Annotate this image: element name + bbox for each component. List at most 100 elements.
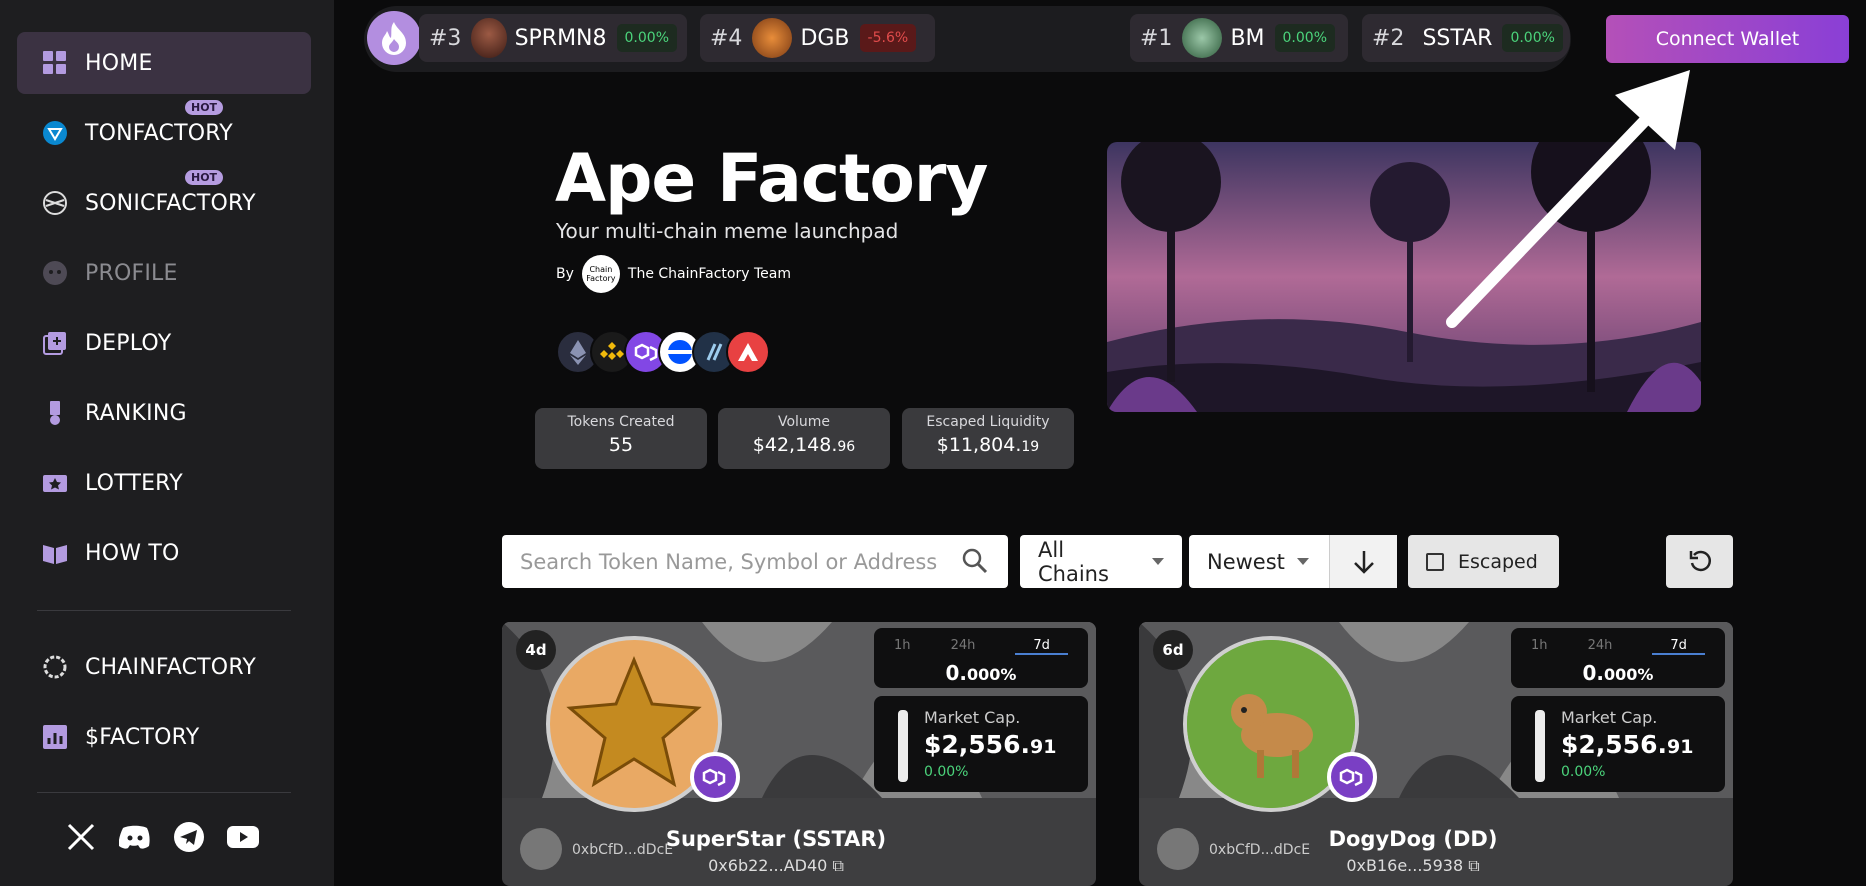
mcap-number: $2,556. <box>924 730 1030 759</box>
timeframe-tabs: 1h 24h 7d <box>1511 628 1725 655</box>
x-icon[interactable] <box>64 820 98 854</box>
copy-icon[interactable]: ⧉ <box>832 856 843 875</box>
ticker-item[interactable]: #2 SSTAR 0.00% <box>1362 14 1570 62</box>
sidebar-divider <box>37 610 291 611</box>
sidebar-item-ranking[interactable]: RANKING <box>17 382 311 444</box>
polygon-icon <box>690 752 740 802</box>
sidebar-item-label: SONICFACTORY <box>85 190 256 216</box>
token-avatar <box>752 18 793 58</box>
mcap-cents: 91 <box>1666 736 1694 758</box>
mcap-label: Market Cap. <box>924 708 1021 727</box>
copy-icon[interactable]: ⧉ <box>1468 856 1479 875</box>
age-badge: 6d <box>1153 630 1193 670</box>
ticker-change: -5.6% <box>859 24 917 52</box>
search-placeholder: Search Token Name, Symbol or Address <box>520 549 938 574</box>
sidebar-item-profile[interactable]: PROFILE <box>17 242 311 304</box>
token-name: DogyDog (DD) <box>1328 827 1498 851</box>
ticker-item[interactable]: #1 BM 0.00% <box>1130 14 1348 62</box>
sort-select[interactable]: Newest <box>1189 535 1329 588</box>
chainfactory-logo[interactable]: Chain Factory <box>581 255 620 293</box>
stat-label: Escaped Liquidity <box>926 414 1050 430</box>
stat-volume: Volume $42,148.96 <box>718 408 890 469</box>
creator-avatar[interactable] <box>1157 828 1199 870</box>
tab-1h[interactable]: 1h <box>1531 638 1548 655</box>
sidebar-item-label: $FACTORY <box>85 724 200 750</box>
refresh-button[interactable] <box>1666 535 1733 588</box>
ticker-symbol: BM <box>1230 25 1265 51</box>
sidebar-item-chainfactory[interactable]: CHAINFACTORY <box>17 636 311 698</box>
discord-icon[interactable] <box>118 820 152 854</box>
token-card[interactable]: 6d 1h 24h 7d 0.000% Market Cap. $2,556.9… <box>1139 622 1733 886</box>
sidebar-item-home[interactable]: HOME <box>17 32 311 94</box>
mcap-bar <box>1535 710 1545 782</box>
tab-7d[interactable]: 7d <box>1652 638 1705 655</box>
ticker-symbol: DGB <box>800 25 850 51</box>
connect-wallet-button[interactable]: Connect Wallet <box>1606 15 1849 63</box>
hot-badge: HOT <box>185 170 224 185</box>
by-label: By <box>556 266 574 282</box>
sonic-icon <box>41 189 69 217</box>
telegram-icon[interactable] <box>172 820 206 854</box>
profile-icon <box>41 259 69 287</box>
escaped-toggle[interactable]: Escaped <box>1408 535 1559 588</box>
search-input[interactable]: Search Token Name, Symbol or Address <box>502 535 1008 588</box>
sidebar-item-howto[interactable]: HOW TO <box>17 522 311 584</box>
chain-filter-select[interactable]: All Chains <box>1020 535 1182 588</box>
ticker-rank: #4 <box>710 25 743 51</box>
token-address-text: 0xB16e...5938 <box>1346 856 1464 875</box>
sidebar-item-label: LOTTERY <box>85 470 183 496</box>
ticker-symbol: SSTAR <box>1422 25 1493 51</box>
tab-24h[interactable]: 24h <box>951 638 976 655</box>
ton-icon <box>41 119 69 147</box>
sidebar-item-label: PROFILE <box>85 260 178 286</box>
chainfactory-icon <box>41 653 69 681</box>
pct-number: 0. <box>1582 661 1605 685</box>
sidebar-item-lottery[interactable]: LOTTERY <box>17 452 311 514</box>
search-icon[interactable] <box>962 548 988 579</box>
credit-line: By Chain Factory The ChainFactory Team <box>556 255 791 293</box>
tab-1h[interactable]: 1h <box>894 638 911 655</box>
sidebar-divider <box>37 792 291 793</box>
page-subtitle: Your multi-chain meme launchpad <box>556 219 899 243</box>
arrow-pointer-icon <box>1446 70 1690 328</box>
sort-value: Newest <box>1207 549 1285 574</box>
ticker-item[interactable]: #4 DGB -5.6% <box>700 14 935 62</box>
page-title: Ape Factory <box>555 140 988 217</box>
mcap-number: $2,556. <box>1561 730 1667 759</box>
youtube-icon[interactable] <box>226 820 260 854</box>
stat-escaped-liquidity: Escaped Liquidity $11,804.19 <box>902 408 1074 469</box>
mcap-change: 0.00% <box>924 764 969 780</box>
chevron-down-icon <box>1152 558 1164 565</box>
tab-7d[interactable]: 7d <box>1015 638 1068 655</box>
sidebar-item-sonicfactory[interactable]: SONICFACTORY HOT <box>17 170 311 234</box>
chain-filter-value: All Chains <box>1038 537 1109 586</box>
creator-avatar[interactable] <box>520 828 562 870</box>
ranking-icon <box>41 399 69 427</box>
token-card[interactable]: 4d 1h 24h 7d 0.000% Market Cap. $2,556.9… <box>502 622 1096 886</box>
escaped-checkbox[interactable] <box>1426 552 1444 571</box>
stat-number: $11,804. <box>936 434 1022 456</box>
fire-icon <box>367 11 421 65</box>
tab-24h[interactable]: 24h <box>1588 638 1613 655</box>
sidebar-item-label: HOME <box>85 50 153 76</box>
ticker-rank: #1 <box>1140 25 1173 51</box>
sidebar: HOME TONFACTORY HOT SONICFACTORY HOT PRO… <box>0 0 334 886</box>
ticker-change: 0.00% <box>616 24 677 52</box>
ticker-item[interactable]: #3 SPRMN8 0.00% <box>419 14 687 62</box>
logo-text: Chain Factory <box>586 265 616 283</box>
chart-icon <box>41 723 69 751</box>
sort-direction-button[interactable] <box>1329 535 1397 588</box>
sidebar-item-factory-token[interactable]: $FACTORY <box>17 706 311 768</box>
sidebar-item-label: HOW TO <box>85 540 180 566</box>
sidebar-item-deploy[interactable]: DEPLOY <box>17 312 311 374</box>
token-avatar <box>1182 18 1223 58</box>
stat-label: Volume <box>777 414 831 430</box>
stat-number: $42,148. <box>752 434 838 456</box>
token-address: 0xB16e...5938 ⧉ <box>1263 856 1563 876</box>
polygon-icon <box>1327 752 1377 802</box>
mcap-cents: 91 <box>1029 736 1057 758</box>
token-address-text: 0x6b22...AD40 <box>708 856 828 875</box>
escaped-label: Escaped <box>1458 550 1538 573</box>
pct-decimals: 000% <box>967 665 1017 684</box>
sidebar-item-tonfactory[interactable]: TONFACTORY HOT <box>17 100 311 164</box>
